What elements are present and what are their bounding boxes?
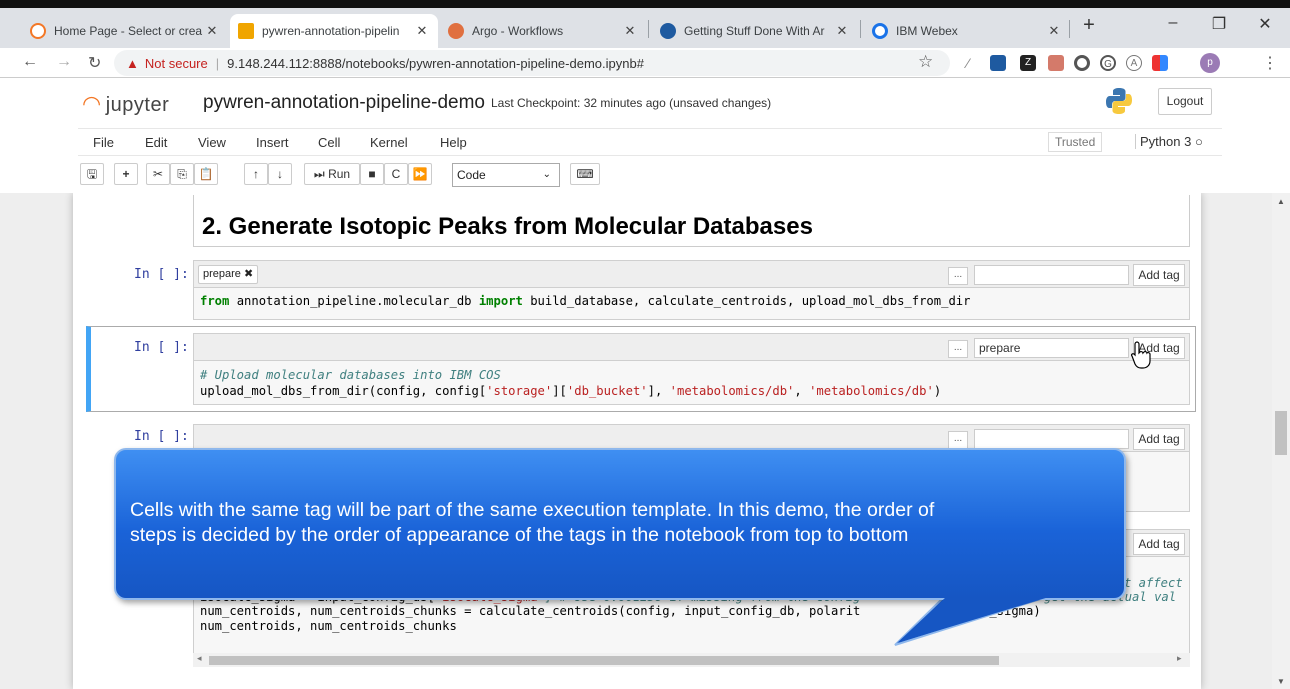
callout-text: Cells with the same tag will be part of … — [130, 499, 935, 546]
